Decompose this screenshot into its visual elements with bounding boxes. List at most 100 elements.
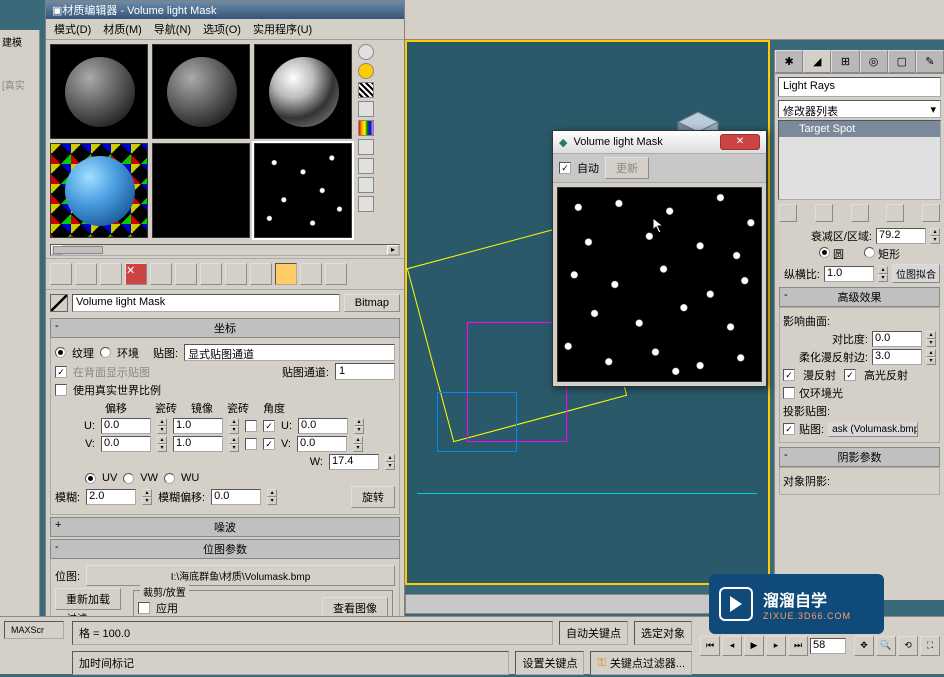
blur-spin[interactable]: ▴▾ [142, 489, 152, 505]
remove-modifier-icon[interactable] [886, 204, 904, 222]
show-end-result-icon[interactable] [815, 204, 833, 222]
scroll-right-icon[interactable]: ▸ [387, 245, 399, 255]
ambient-only-check[interactable] [783, 387, 795, 399]
show-back-check[interactable]: ✓ [55, 366, 67, 378]
maximize-viewport-icon[interactable]: ⛶ [920, 636, 940, 656]
soften-spin[interactable]: ▴▾ [926, 349, 936, 365]
v-angle-input[interactable]: 0.0 [297, 436, 347, 452]
u-angle-input[interactable]: 0.0 [298, 418, 348, 434]
pan-icon[interactable]: ✥ [854, 636, 874, 656]
make-copy-icon[interactable] [150, 263, 172, 285]
rollout-bitmap-header[interactable]: - 位图参数 [50, 539, 400, 559]
u-tile-check[interactable]: ✓ [263, 420, 275, 432]
put-to-library-icon[interactable] [200, 263, 222, 285]
v-offset-input[interactable]: 0.0 [101, 436, 151, 452]
wu-radio[interactable] [164, 473, 175, 484]
backlight-icon[interactable] [358, 63, 374, 79]
soften-input[interactable]: 3.0 [872, 349, 922, 365]
scroll-thumb[interactable] [53, 246, 103, 254]
modifier-list-dropdown[interactable]: 修改器列表 [778, 100, 941, 118]
bitmap-fit-button[interactable]: 位图拟合 [892, 264, 940, 283]
next-frame-icon[interactable]: ▸ [766, 636, 786, 656]
menu-navigate[interactable]: 导航(N) [154, 21, 191, 37]
selected-filter[interactable]: 选定对象 [634, 621, 692, 645]
background-icon[interactable] [358, 82, 374, 98]
modify-tab[interactable]: ◢ [803, 50, 831, 73]
update-button[interactable]: 更新 [605, 157, 649, 179]
video-color-check-icon[interactable] [358, 120, 374, 136]
sample-hscroll[interactable]: ◂ ▸ [50, 244, 400, 256]
motion-tab[interactable]: ◎ [860, 50, 888, 73]
menu-utilities[interactable]: 实用程序(U) [253, 21, 312, 37]
goto-end-icon[interactable]: ⏭ [788, 636, 808, 656]
time-tag-button[interactable]: 加时间标记 [72, 651, 509, 675]
blur-input[interactable]: 2.0 [86, 489, 136, 505]
sample-slot-3[interactable] [254, 44, 352, 139]
v-tile-input[interactable]: 1.0 [173, 436, 223, 452]
display-tab[interactable]: ▢ [888, 50, 916, 73]
modeling-label[interactable]: 建模 [0, 30, 39, 53]
sample-type-icon[interactable] [358, 44, 374, 60]
circle-radio[interactable] [819, 247, 830, 258]
make-unique-icon[interactable] [175, 263, 197, 285]
aspect-input[interactable]: 1.0 [824, 266, 874, 282]
contrast-spin[interactable]: ▴▾ [926, 331, 936, 347]
environ-radio[interactable] [100, 347, 111, 358]
select-by-material-icon[interactable] [358, 177, 374, 193]
v-mirror-check[interactable] [245, 438, 257, 450]
map-channel-dropdown[interactable]: 显式贴图通道 [184, 344, 395, 361]
material-name-dropdown[interactable]: Volume light Mask [72, 294, 340, 312]
rect-radio[interactable] [864, 247, 875, 258]
rotate-button[interactable]: 旋转 [351, 486, 395, 508]
go-parent-icon[interactable] [300, 263, 322, 285]
v-angle-spin[interactable]: ▴▾ [353, 436, 363, 452]
key-filter-button[interactable]: ⚿ 关键点过滤器... [590, 651, 692, 675]
pick-material-icon[interactable] [50, 294, 68, 312]
bitmap-path-button[interactable]: I:\海底群鱼\材质\Volumask.bmp [86, 565, 395, 586]
v-tile-spin[interactable]: ▴▾ [229, 436, 239, 452]
u-tile-spin[interactable]: ▴▾ [229, 418, 239, 434]
material-id-icon[interactable] [225, 263, 247, 285]
aspect-spin[interactable]: ▴▾ [878, 266, 888, 282]
make-preview-icon[interactable] [358, 139, 374, 155]
u-angle-spin[interactable]: ▴▾ [354, 418, 364, 434]
projector-map-button[interactable]: ask (Volumask.bmp) [828, 422, 918, 437]
configure-sets-icon[interactable] [922, 204, 940, 222]
put-to-scene-icon[interactable] [75, 263, 97, 285]
play-icon[interactable]: ▶ [744, 636, 764, 656]
make-unique-icon[interactable] [851, 204, 869, 222]
create-tab[interactable]: ✱ [775, 50, 803, 73]
sample-slot-6[interactable] [254, 143, 352, 238]
sample-slot-2[interactable] [152, 44, 250, 139]
goto-start-icon[interactable]: ⏮ [700, 636, 720, 656]
sample-slot-1[interactable] [50, 44, 148, 139]
dialog-titlebar[interactable]: ◆ Volume light Mask ✕ [553, 131, 766, 154]
apply-check[interactable] [138, 602, 150, 614]
close-button[interactable]: ✕ [720, 134, 760, 150]
contrast-input[interactable]: 0.0 [872, 331, 922, 347]
u-tile-input[interactable]: 1.0 [173, 418, 223, 434]
sample-uv-icon[interactable] [358, 101, 374, 117]
viewport-shading-label[interactable]: [真实 [0, 73, 39, 96]
utilities-tab[interactable]: ✎ [916, 50, 944, 73]
rollout-noise-header[interactable]: + 噪波 [50, 517, 400, 537]
blur-offset-input[interactable]: 0.0 [211, 489, 261, 505]
map-channel-input[interactable]: 1 [335, 363, 395, 380]
menu-material[interactable]: 材质(M) [103, 21, 142, 37]
modifier-stack[interactable]: Target Spot [778, 120, 941, 200]
set-key-button[interactable]: 设置关键点 [515, 651, 584, 675]
material-map-nav-icon[interactable] [358, 196, 374, 212]
diffuse-check[interactable]: ✓ [783, 369, 795, 381]
menu-options[interactable]: 选项(O) [203, 21, 241, 37]
options-icon[interactable] [358, 158, 374, 174]
u-offset-spin[interactable]: ▴▾ [157, 418, 167, 434]
pin-stack-icon[interactable] [779, 204, 797, 222]
blur-offset-spin[interactable]: ▴▾ [267, 489, 277, 505]
show-end-result-icon[interactable] [275, 263, 297, 285]
maxscript-listener[interactable]: MAXScr [4, 621, 64, 639]
atten-zone-input[interactable]: 79.2 [876, 228, 926, 244]
rollout-advanced-header[interactable]: - 高级效果 [779, 287, 940, 307]
texture-radio[interactable] [55, 347, 66, 358]
uv-radio[interactable] [85, 473, 96, 484]
auto-update-check[interactable]: ✓ [559, 162, 571, 174]
